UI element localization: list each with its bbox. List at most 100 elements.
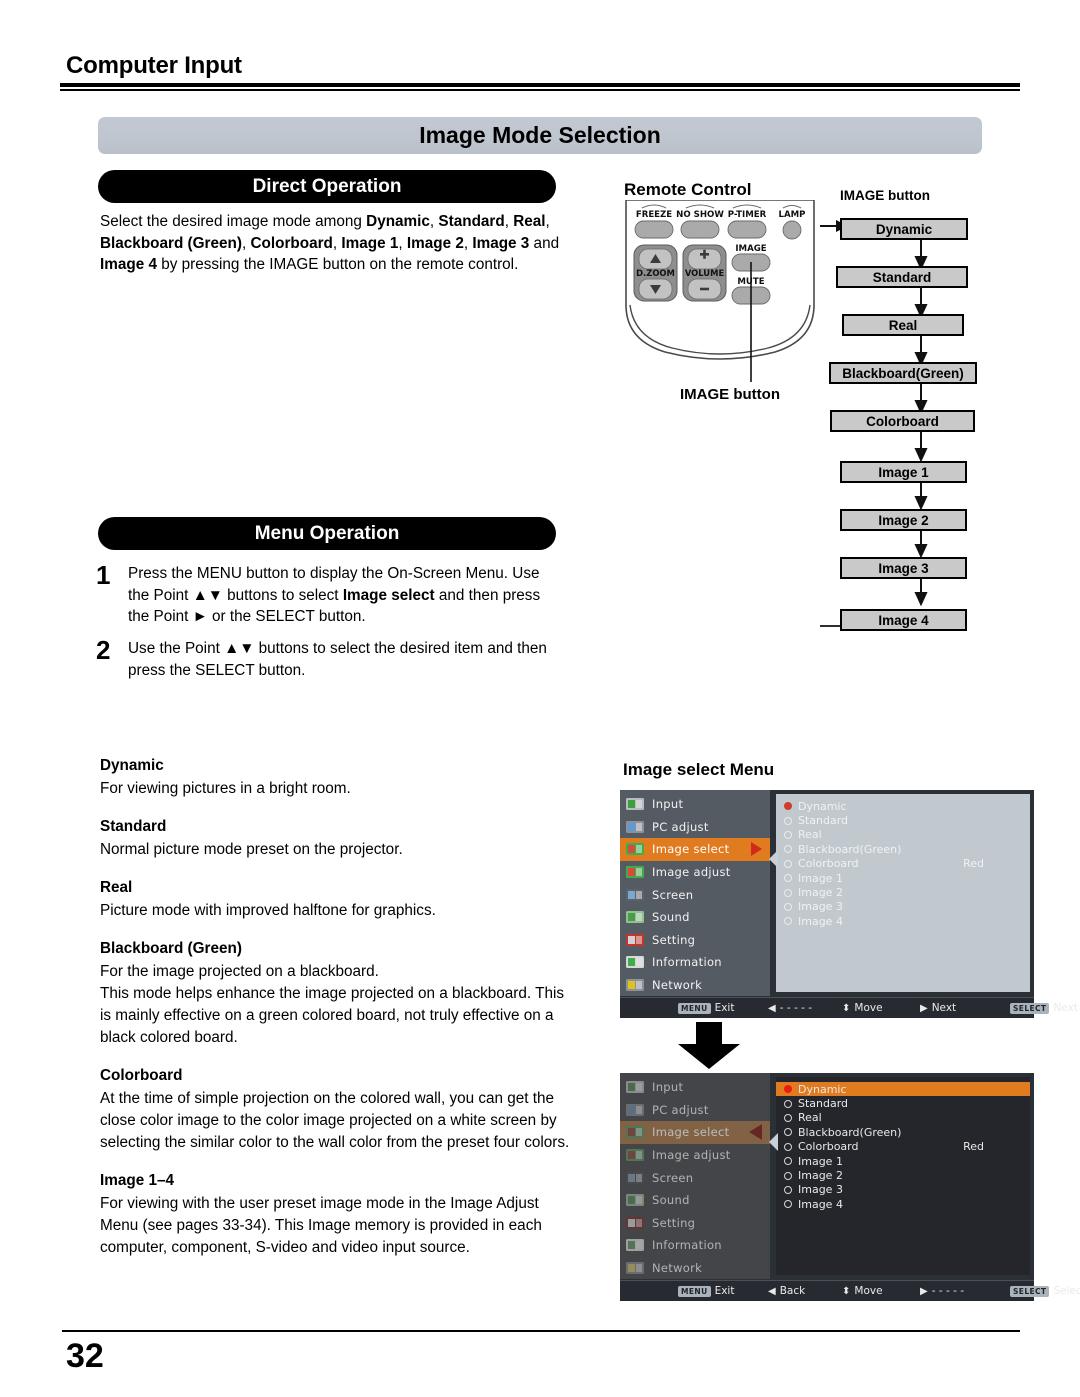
svg-text:NO SHOW: NO SHOW — [676, 210, 724, 220]
step-number: 1 — [96, 560, 111, 590]
osd-option-label: Blackboard(Green) — [798, 1125, 902, 1139]
page-section-title: Computer Input — [66, 52, 242, 79]
radio-icon — [784, 816, 792, 825]
info-icon — [625, 1237, 645, 1253]
flow-box-dynamic: Dynamic — [840, 218, 968, 240]
osd-option-real[interactable]: Real — [784, 828, 1022, 842]
osd-menu-item-label: Screen — [652, 887, 694, 902]
page-title-banner: Image Mode Selection — [98, 117, 982, 154]
osd-menu-item-pc-adjust[interactable]: PC adjust — [620, 816, 770, 839]
mode-description-term: Image 1–4 — [100, 1172, 174, 1189]
osd-menu-item-image-select[interactable]: Image select — [620, 838, 770, 861]
osd-option-blackboard-green[interactable]: Blackboard(Green) — [784, 842, 1022, 856]
osd-menu-item-sound[interactable]: Sound — [620, 1189, 770, 1212]
osd-option-image-3[interactable]: Image 3 — [784, 900, 1022, 914]
osd-menu-item-network[interactable]: Network — [620, 1257, 770, 1280]
svg-text:P-TIMER: P-TIMER — [728, 210, 767, 220]
osd-option-image-2[interactable]: Image 2 — [784, 1168, 1022, 1182]
radio-icon — [784, 902, 792, 911]
step-text: Use the Point ▲▼ buttons to select the d… — [128, 640, 547, 679]
info-icon — [625, 954, 645, 970]
osd-menu-item-information[interactable]: Information — [620, 951, 770, 974]
osd-option-label: Standard — [798, 814, 849, 828]
osd-status-cell: SELECT Next — [1010, 1002, 1078, 1014]
osd-image-select-options[interactable]: Dynamic Standard Real Blackboard(Green) Colo… — [776, 1077, 1030, 1275]
section-bar-direct-operation: Direct Operation — [98, 170, 556, 203]
page-number: 32 — [66, 1337, 104, 1375]
osd-menu-item-pc-adjust[interactable]: PC adjust — [620, 1099, 770, 1122]
osd-option-dynamic[interactable]: Dynamic — [776, 799, 1030, 813]
screen-icon — [625, 1170, 645, 1186]
osd-status-label: Exit — [714, 1285, 735, 1297]
osd-screenshot-menu-level: Input PC adjust Image select Image adjust Sc… — [620, 790, 1078, 1018]
osd-main-menu[interactable]: Input PC adjust Image select Image adjust Sc… — [620, 790, 770, 996]
osd-option-label: Image 3 — [798, 1183, 843, 1197]
osd-option-image-2[interactable]: Image 2 — [784, 885, 1022, 899]
osd-menu-item-setting[interactable]: Setting — [620, 929, 770, 952]
mode-description-text: At the time of simple projection on the … — [100, 1090, 570, 1151]
osd-option-label: Image 3 — [798, 900, 843, 914]
mode-descriptions-list: Dynamic For viewing pictures in a bright … — [100, 757, 570, 1277]
osd-menu-item-label: PC adjust — [652, 819, 709, 834]
osd-option-image-3[interactable]: Image 3 — [784, 1183, 1022, 1197]
osd-menu-item-input[interactable]: Input — [620, 1076, 770, 1099]
osd-status-cell: ◀ Back — [768, 1285, 805, 1297]
osd-main-menu[interactable]: Input PC adjust Image select Image adjust Sc… — [620, 1073, 770, 1279]
radio-icon — [784, 830, 792, 839]
speaker-icon — [625, 1192, 645, 1208]
flow-box-real: Real — [842, 314, 964, 336]
osd-panel-pointer-icon — [769, 1133, 778, 1151]
osd-menu-item-setting[interactable]: Setting — [620, 1212, 770, 1235]
page-header: Computer Input — [60, 52, 1020, 91]
radio-icon — [784, 874, 792, 883]
remote-image-button-caption: IMAGE button — [680, 386, 780, 403]
osd-option-blackboard-green[interactable]: Blackboard(Green) — [784, 1125, 1022, 1139]
osd-option-image-1[interactable]: Image 1 — [784, 1154, 1022, 1168]
osd-key-badge: SELECT — [1010, 1002, 1050, 1014]
osd-option-real[interactable]: Real — [784, 1111, 1022, 1125]
svg-text:LAMP: LAMP — [779, 210, 806, 220]
osd-key-badge: SELECT — [1010, 1285, 1050, 1297]
osd-option-standard[interactable]: Standard — [784, 813, 1022, 827]
osd-menu-item-screen[interactable]: Screen — [620, 1166, 770, 1189]
osd-option-image-4[interactable]: Image 4 — [784, 914, 1022, 928]
osd-key-glyph-icon: ◀ — [768, 1285, 776, 1297]
osd-menu-item-image-adjust[interactable]: Image adjust — [620, 861, 770, 884]
svg-text:VOLUME: VOLUME — [685, 268, 725, 278]
osd-status-cell: MENU Exit — [678, 1002, 734, 1014]
osd-status-label: Next — [931, 1002, 957, 1014]
osd-key-badge: MENU — [678, 1002, 711, 1014]
osd-key-glyph-icon: ▶ — [920, 1002, 928, 1014]
osd-menu-item-information[interactable]: Information — [620, 1234, 770, 1257]
osd-option-dynamic[interactable]: Dynamic — [776, 1082, 1030, 1097]
osd-menu-item-image-select[interactable]: Image select — [620, 1121, 770, 1144]
osd-option-standard[interactable]: Standard — [784, 1096, 1022, 1110]
osd-menu-item-label: Input — [652, 797, 684, 812]
input-icon — [625, 1079, 645, 1095]
network-icon — [625, 977, 645, 993]
osd-menu-item-image-adjust[interactable]: Image adjust — [620, 1144, 770, 1167]
osd-option-label: Image 4 — [798, 1197, 843, 1211]
osd-menu-item-sound[interactable]: Sound — [620, 906, 770, 929]
osd-option-image-4[interactable]: Image 4 — [784, 1197, 1022, 1211]
mode-description-term: Real — [100, 879, 133, 896]
mode-description-term: Dynamic — [100, 757, 164, 774]
osd-menu-item-screen[interactable]: Screen — [620, 883, 770, 906]
osd-option-label: Colorboard — [798, 857, 859, 871]
image-select-menu-label: Image select Menu — [623, 760, 775, 779]
page-title: Image Mode Selection — [419, 122, 661, 148]
osd-menu-item-network[interactable]: Network — [620, 974, 770, 997]
osd-option-label: Dynamic — [798, 799, 847, 813]
image-select-icon — [625, 841, 645, 857]
osd-menu-item-label: Image adjust — [652, 1148, 731, 1163]
osd-menu-item-input[interactable]: Input — [620, 793, 770, 816]
mode-description-text: For viewing with the user preset image m… — [100, 1195, 542, 1256]
osd-option-colorboard[interactable]: Colorboard Red — [784, 1140, 1022, 1154]
mode-description-term: Colorboard — [100, 1067, 183, 1084]
flow-box-colorboard: Colorboard — [830, 410, 975, 432]
osd-option-colorboard[interactable]: Colorboard Red — [784, 857, 1022, 871]
osd-option-image-1[interactable]: Image 1 — [784, 871, 1022, 885]
osd-key-glyph-icon: ⬍ — [842, 1002, 851, 1014]
radio-icon — [784, 1157, 792, 1166]
mode-description-term: Standard — [100, 818, 167, 835]
